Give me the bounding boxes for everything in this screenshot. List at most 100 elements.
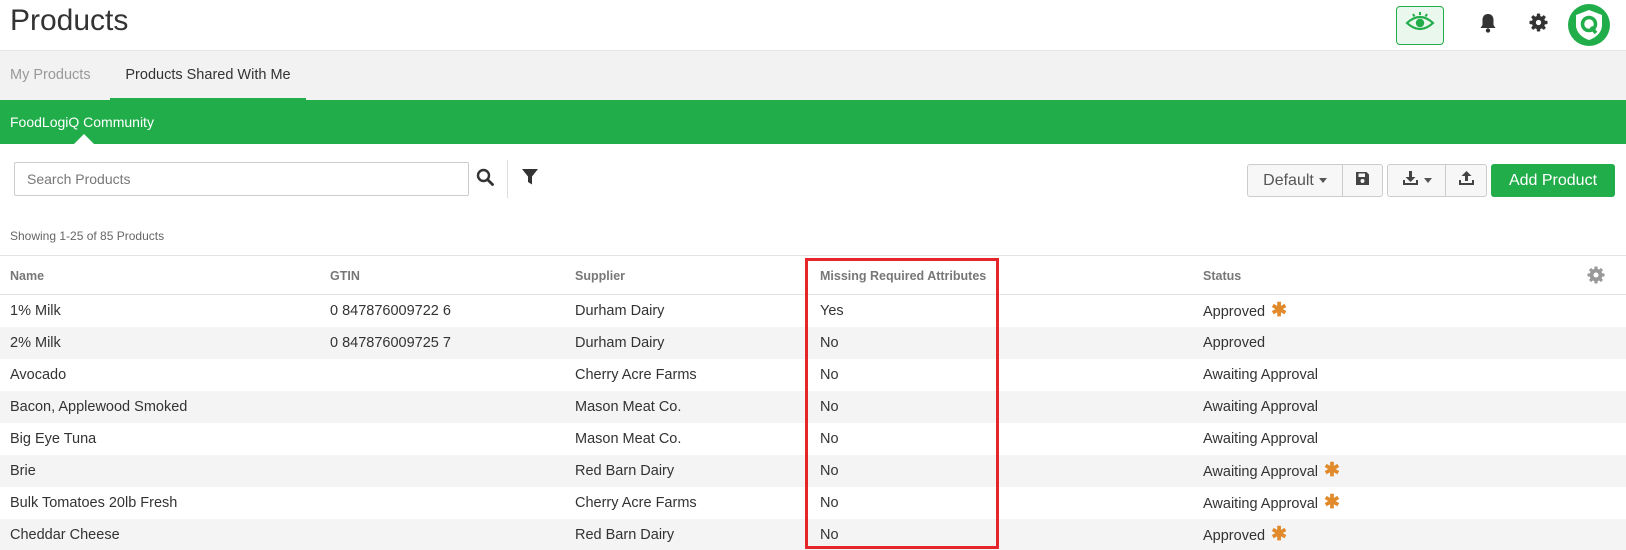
cell-missing-required-attributes: No	[820, 455, 839, 487]
download-button[interactable]	[1387, 164, 1446, 197]
cell-name: 1% Milk	[10, 295, 61, 327]
cell-status-text: Awaiting Approval	[1203, 399, 1319, 415]
cell-status: Approved ✱	[1203, 519, 1287, 550]
cell-name-text: 1% Milk	[10, 303, 61, 319]
column-header-gtin[interactable]: GTIN	[330, 256, 360, 296]
cell-supplier: Cherry Acre Farms	[575, 487, 697, 519]
tab-bar: My Products Products Shared With Me	[0, 50, 1626, 101]
upload-button[interactable]	[1445, 164, 1487, 197]
cell-gtin: 0 847876009722 6	[330, 295, 451, 327]
table-row[interactable]: Brie Red Barn Dairy No Awaiting Approval ✱	[0, 455, 1626, 487]
watch-button[interactable]	[1396, 6, 1444, 45]
cell-missing-required-attributes: No	[820, 423, 839, 455]
view-select-button[interactable]: Default	[1247, 164, 1343, 197]
cell-name: Bulk Tomatoes 20lb Fresh	[10, 487, 177, 519]
tab-my-products[interactable]: My Products	[10, 51, 91, 101]
cell-supplier-text: Mason Meat Co.	[575, 399, 682, 415]
cell-name: 2% Milk	[10, 327, 61, 359]
table-row[interactable]: Bacon, Applewood Smoked Mason Meat Co. No A…	[0, 391, 1626, 423]
table-row[interactable]: Avocado Cherry Acre Farms No Awaiting Appro…	[0, 359, 1626, 391]
cell-missing-required-attributes-text: No	[820, 495, 839, 511]
table-row[interactable]: Bulk Tomatoes 20lb Fresh Cherry Acre Farm…	[0, 487, 1626, 519]
cell-missing-required-attributes: No	[820, 519, 839, 550]
save-icon	[1355, 171, 1370, 191]
table-header: Name GTIN Supplier Missing Required Attr…	[0, 255, 1626, 295]
eye-icon	[1405, 12, 1435, 39]
table-row[interactable]: 2% Milk 0 847876009725 7 Durham Dairy No App…	[0, 327, 1626, 359]
page-header: Products	[0, 0, 1626, 50]
cell-supplier-text: Durham Dairy	[575, 335, 665, 351]
add-product-button[interactable]: Add Product	[1491, 164, 1615, 197]
cell-status-text: Approved	[1203, 528, 1266, 544]
cell-missing-required-attributes-text: No	[820, 367, 839, 383]
cell-name-text: Bacon, Applewood Smoked	[10, 399, 188, 415]
products-table: Name GTIN Supplier Missing Required Attr…	[0, 255, 1626, 550]
cell-name: Cheddar Cheese	[10, 519, 120, 550]
cell-name-text: Brie	[10, 463, 36, 479]
gear-icon	[1528, 13, 1548, 37]
cell-gtin-text: 0 847876009725 7	[330, 335, 451, 351]
cell-supplier-text: Cherry Acre Farms	[575, 495, 697, 511]
cell-missing-required-attributes: No	[820, 391, 839, 423]
cell-status: Approved ✱	[1203, 295, 1287, 328]
cell-name-text: Big Eye Tuna	[10, 431, 97, 447]
asterisk-icon: ✱	[1271, 300, 1287, 321]
cell-missing-required-attributes: No	[820, 359, 839, 391]
cell-name: Big Eye Tuna	[10, 423, 96, 455]
toolbar-divider	[507, 160, 508, 198]
cell-name-text: Avocado	[10, 367, 67, 383]
column-header-status[interactable]: Status	[1203, 256, 1241, 296]
column-header-name[interactable]: Name	[10, 256, 44, 296]
chevron-down-icon	[1318, 178, 1327, 183]
search-icon	[476, 168, 494, 191]
bell-icon	[1479, 13, 1497, 38]
cell-supplier-text: Red Barn Dairy	[575, 527, 675, 543]
page-title: Products	[10, 4, 129, 37]
cell-name-text: 2% Milk	[10, 335, 61, 351]
download-icon	[1402, 170, 1419, 191]
asterisk-icon: ✱	[1271, 524, 1287, 545]
cell-name: Bacon, Applewood Smoked	[10, 391, 187, 423]
cell-missing-required-attributes-text: No	[820, 463, 839, 479]
cell-supplier-text: Red Barn Dairy	[575, 463, 675, 479]
save-view-button[interactable]	[1342, 164, 1383, 197]
cell-status-text: Awaiting Approval	[1203, 367, 1319, 383]
cell-name: Avocado	[10, 359, 66, 391]
column-settings-button[interactable]	[1587, 266, 1607, 286]
cell-name: Brie	[10, 455, 36, 487]
filter-button[interactable]	[515, 162, 545, 196]
tab-products-shared-with-me[interactable]: Products Shared With Me	[110, 51, 306, 101]
search-button[interactable]	[470, 162, 500, 196]
column-header-missing-required-attributes[interactable]: Missing Required Attributes	[820, 256, 986, 296]
settings-button[interactable]	[1525, 12, 1551, 38]
cell-status: Approved	[1203, 327, 1265, 359]
table-row[interactable]: 1% Milk 0 847876009722 6 Durham Dairy Yes Ap…	[0, 295, 1626, 327]
active-caret	[74, 134, 94, 144]
cell-supplier-text: Durham Dairy	[575, 303, 665, 319]
cell-supplier: Durham Dairy	[575, 295, 664, 327]
results-count: Showing 1-25 of 85 Products	[10, 229, 165, 243]
cell-status-text: Awaiting Approval	[1203, 496, 1319, 512]
upload-icon	[1458, 170, 1475, 191]
table-row[interactable]: Cheddar Cheese Red Barn Dairy No Approved ✱	[0, 519, 1626, 550]
cell-status-text: Approved	[1203, 335, 1266, 351]
cell-missing-required-attributes: No	[820, 327, 839, 359]
asterisk-icon: ✱	[1324, 492, 1340, 513]
cell-gtin: 0 847876009725 7	[330, 327, 451, 359]
notifications-button[interactable]	[1475, 12, 1501, 38]
app-logo[interactable]	[1568, 4, 1610, 46]
cell-status-text: Awaiting Approval	[1203, 431, 1319, 447]
table-row[interactable]: Big Eye Tuna Mason Meat Co. No Awaiting App…	[0, 423, 1626, 455]
gear-icon	[1587, 266, 1605, 288]
chevron-down-icon	[1423, 178, 1432, 183]
cell-supplier-text: Mason Meat Co.	[575, 431, 682, 447]
cell-status-text: Awaiting Approval	[1203, 464, 1319, 480]
column-header-supplier[interactable]: Supplier	[575, 256, 625, 296]
search-input[interactable]	[14, 162, 469, 196]
cell-supplier: Mason Meat Co.	[575, 423, 681, 455]
cell-supplier: Red Barn Dairy	[575, 455, 674, 487]
cell-status: Awaiting Approval	[1203, 391, 1318, 423]
filter-icon	[521, 168, 539, 191]
cell-name-text: Cheddar Cheese	[10, 527, 120, 543]
cell-gtin-text: 0 847876009722 6	[330, 303, 451, 319]
